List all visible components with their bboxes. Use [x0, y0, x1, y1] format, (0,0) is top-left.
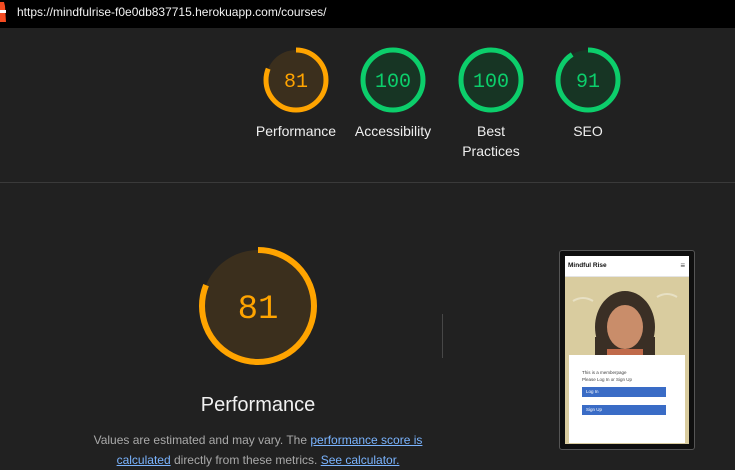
gauge-seo[interactable]: 91 SEO: [541, 46, 635, 141]
see-calculator-link[interactable]: See calculator.: [321, 453, 400, 467]
section-divider: [0, 182, 735, 183]
svg-text:100: 100: [375, 71, 411, 94]
vertical-separator: [442, 314, 443, 358]
lighthouse-icon: [0, 2, 6, 22]
screenshot-signup-button: Sign Up: [582, 405, 666, 415]
note-middle: directly from these metrics.: [170, 453, 321, 467]
gauge-label: SEO: [573, 123, 603, 139]
final-screenshot[interactable]: Mindful Rise ≡ This is a memberpage Plea…: [559, 250, 695, 450]
gauge-ring: 100: [360, 47, 426, 113]
score-note: Values are estimated and may vary. The p…: [90, 430, 426, 470]
gauge-ring: 100: [458, 47, 524, 113]
svg-text:100: 100: [473, 71, 509, 94]
screenshot-login-button: Log In: [582, 387, 666, 397]
screenshot-line2: Please Log In or Sign Up: [582, 377, 633, 382]
page-url[interactable]: https://mindfulrise-f0e0db837715.herokua…: [17, 5, 327, 19]
note-prefix: Values are estimated and may vary. The: [93, 433, 311, 447]
gauge-accessibility[interactable]: 100 Accessibility: [346, 46, 440, 141]
gauge-label: Best Practices: [462, 123, 520, 159]
svg-text:91: 91: [576, 71, 600, 94]
gauge-ring: 81: [263, 47, 329, 113]
svg-text:81: 81: [284, 71, 308, 94]
screenshot-header: Mindful Rise ≡: [565, 256, 689, 277]
gauge-label: Accessibility: [354, 123, 432, 139]
screenshot-line1: This is a memberpage: [582, 370, 627, 375]
screenshot-modal: This is a memberpage Please Log In or Si…: [569, 355, 685, 443]
score-gauges: 81 Performance 100 Accessibility 100 Bes…: [0, 28, 735, 182]
screenshot-viewport: Mindful Rise ≡ This is a memberpage Plea…: [565, 256, 689, 444]
performance-gauge: 81: [197, 244, 319, 368]
gauge-performance[interactable]: 81 Performance: [249, 46, 343, 141]
performance-score: 81: [238, 291, 279, 329]
performance-gauge-ring: 81: [199, 247, 317, 365]
screenshot-brand: Mindful Rise: [568, 262, 607, 269]
hamburger-icon: ≡: [680, 261, 685, 270]
gauge-ring: 91: [555, 47, 621, 113]
address-bar: https://mindfulrise-f0e0db837715.herokua…: [0, 0, 735, 28]
performance-title: Performance: [200, 394, 316, 416]
gauge-label: Performance: [255, 123, 337, 139]
gauge-best-practices[interactable]: 100 Best Practices: [444, 46, 538, 161]
